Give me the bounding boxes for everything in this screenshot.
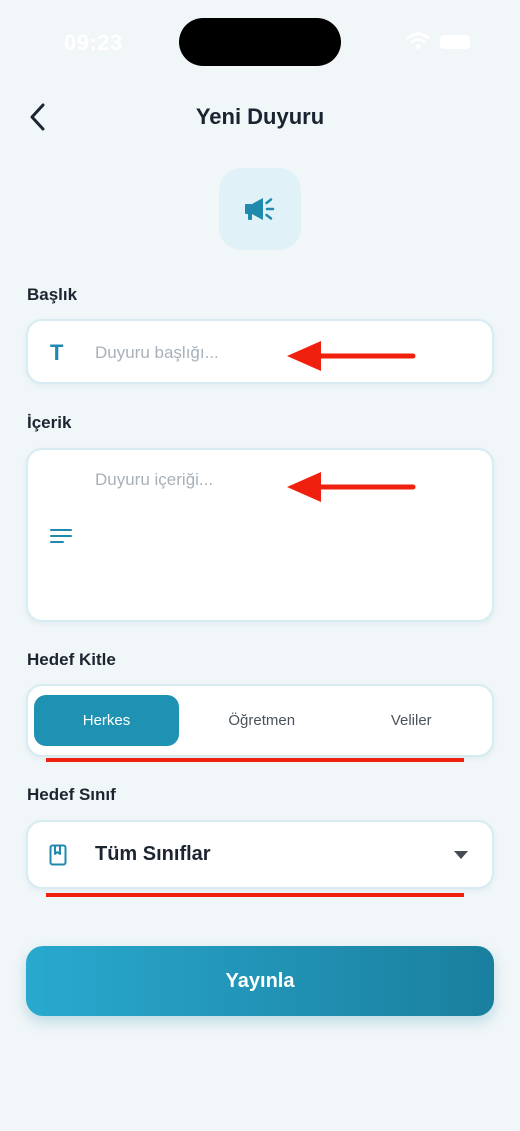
book-icon [49,844,67,866]
class-select[interactable]: Tüm Sınıflar [26,820,494,889]
battery-icon [440,35,470,49]
audience-tab-veliler[interactable]: Veliler [337,695,487,746]
annotation-arrow-content [287,472,416,502]
audience-label: Hedef Kitle [27,650,116,669]
audience-segmented-control: Herkes Öğretmen Veliler [26,684,494,757]
status-time: 09:23 [64,30,123,55]
publish-button[interactable]: Yayınla [26,946,494,1016]
chevron-down-icon [454,851,468,859]
status-bar: 09:23 [0,0,520,80]
megaphone-icon [245,198,275,220]
annotation-underline-audience [46,758,464,762]
wifi-icon [406,32,430,49]
content-label: İçerik [27,413,72,432]
annotation-arrow-title [287,341,416,371]
title-label: Başlık [27,285,78,304]
announcement-hero-badge [219,168,301,250]
title-field: T [26,319,494,384]
dynamic-island [179,18,341,66]
audience-tab-ogretmen[interactable]: Öğretmen [187,695,337,746]
page-title: Yeni Duyuru [195,104,325,129]
class-label: Hedef Sınıf [27,785,116,804]
lines-icon [50,529,72,543]
annotation-underline-class [46,893,464,897]
audience-tab-herkes[interactable]: Herkes [34,695,179,746]
text-format-icon: T [50,340,64,365]
class-select-value: Tüm Sınıflar [95,843,211,865]
content-field [26,448,494,622]
